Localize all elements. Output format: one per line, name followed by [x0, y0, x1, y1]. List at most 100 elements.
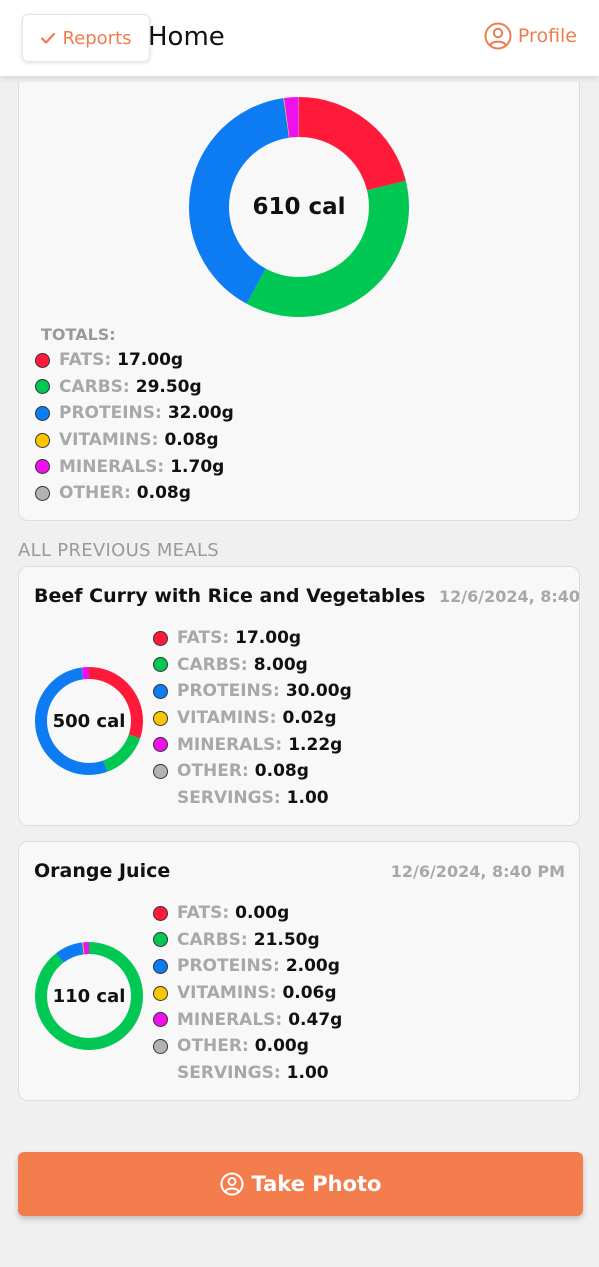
minerals-dot [35, 459, 50, 475]
nutrient-value: 0.08g [136, 483, 191, 504]
nutrient-row-proteins: PROTEINS: 2.00g [153, 953, 342, 980]
nutrient-row-carbs: CARBS: 29.50g [35, 374, 234, 401]
profile-label: Profile [517, 25, 577, 47]
nutrient-row-other: OTHER: 0.08g [35, 480, 234, 507]
nutrient-label: MINERALS: [177, 734, 283, 755]
nutrient-value: 8.00g [253, 654, 308, 675]
vitamins-dot [35, 432, 50, 448]
other-dot [153, 1038, 168, 1054]
nutrient-label: PROTEINS: [59, 403, 162, 424]
nutrient-label: FATS: [177, 903, 230, 924]
meal-card[interactable]: Beef Curry with Rice and Vegetables 12/6… [18, 566, 580, 826]
nutrient-label: OTHER: [177, 761, 249, 782]
proteins-dot [153, 683, 168, 699]
nutrient-value: 0.08g [164, 430, 219, 451]
nutrient-label: FATS: [59, 350, 112, 371]
nutrient-value: 0.00g [235, 903, 290, 924]
meal-nutrient-list: FATS: 0.00g CARBS: 21.50g PROTEINS: 2.00g V… [153, 900, 342, 1086]
nutrient-label: VITAMINS: [177, 983, 277, 1004]
nutrient-row-fats: FATS: 17.00g [153, 625, 352, 652]
nutrient-row-vitamins: VITAMINS: 0.02g [153, 705, 352, 732]
daily-summary-card: 610 cal TOTALS: FATS: 17.00g CARBS: 29.50g… [18, 82, 580, 521]
take-photo-label: Take Photo [251, 1172, 382, 1196]
carbs-dot [35, 379, 50, 395]
servings-label: SERVINGS: [177, 787, 281, 808]
nutrient-value: 32.00g [167, 403, 234, 424]
user-circle-icon [220, 1172, 243, 1196]
nutrient-row-carbs: CARBS: 8.00g [153, 652, 352, 679]
carbs-dot [153, 932, 168, 948]
nutrient-value: 2.00g [285, 956, 340, 977]
nutrient-value: 17.00g [117, 350, 184, 371]
meal-calories-text: 110 cal [52, 985, 126, 1007]
carbs-dot [153, 657, 168, 673]
totals-label: TOTALS: [41, 325, 116, 344]
nutrient-value: 29.50g [135, 376, 202, 397]
nutrient-row-other: OTHER: 0.08g [153, 758, 352, 785]
fats-dot [35, 352, 50, 368]
servings-value: 1.00 [286, 787, 329, 808]
nutrient-row-minerals: MINERALS: 1.22g [153, 731, 352, 758]
nutrient-value: 17.00g [235, 628, 302, 649]
nutrient-label: FATS: [177, 628, 230, 649]
totals-list: FATS: 17.00g CARBS: 29.50g PROTEINS: 32.00g… [35, 347, 234, 507]
profile-button[interactable]: Profile [484, 22, 577, 50]
nutrient-label: OTHER: [59, 483, 131, 504]
nutrient-value: 1.22g [288, 734, 343, 755]
nutrient-row-proteins: PROTEINS: 32.00g [35, 400, 234, 427]
nutrient-value: 21.50g [253, 929, 320, 950]
reports-label: Reports [62, 27, 132, 49]
minerals-dot [153, 1012, 168, 1028]
previous-meals-heading: ALL PREVIOUS MEALS [18, 540, 220, 561]
proteins-dot [153, 958, 168, 974]
nutrient-label: VITAMINS: [177, 708, 277, 729]
nutrient-value: 0.06g [282, 983, 337, 1004]
proteins-dot [35, 405, 50, 421]
meal-time: 12/6/2024, 8:40 [439, 587, 580, 606]
nutrient-label: CARBS: [177, 929, 248, 950]
nutrient-row-fats: FATS: 0.00g [153, 900, 342, 927]
nutrient-label: CARBS: [59, 376, 130, 397]
nutrient-value: 1.70g [170, 456, 225, 477]
nutrient-value: 0.47g [288, 1009, 343, 1030]
nutrient-label: PROTEINS: [177, 681, 280, 702]
nutrient-row-vitamins: VITAMINS: 0.08g [35, 427, 234, 454]
meal-name: Orange Juice [34, 860, 171, 882]
total-calories-text: 610 cal [252, 194, 346, 220]
servings-value: 1.00 [286, 1062, 329, 1083]
fats-dot [153, 630, 168, 646]
nutrient-value: 0.02g [282, 708, 337, 729]
nutrient-row-minerals: MINERALS: 1.70g [35, 453, 234, 480]
other-dot [35, 485, 50, 501]
nutrient-row-other: OTHER: 0.00g [153, 1033, 342, 1060]
nutrient-row-proteins: PROTEINS: 30.00g [153, 678, 352, 705]
meal-name: Beef Curry with Rice and Vegetables [34, 585, 426, 607]
nutrient-row-vitamins: VITAMINS: 0.06g [153, 980, 342, 1007]
minerals-dot [153, 737, 168, 753]
take-photo-button[interactable]: Take Photo [18, 1152, 583, 1216]
checkmark-icon [41, 32, 56, 44]
nutrient-label: PROTEINS: [177, 956, 280, 977]
nutrient-value: 30.00g [285, 681, 352, 702]
servings-label: SERVINGS: [177, 1062, 281, 1083]
meal-calories-text: 500 cal [52, 710, 126, 732]
user-circle-icon [484, 22, 512, 50]
vitamins-dot [153, 710, 168, 726]
nutrient-value: 0.00g [254, 1036, 309, 1057]
meal-card[interactable]: Orange Juice 12/6/2024, 8:40 PM 110 cal … [18, 841, 580, 1101]
top-bar: Reports Home Profile [0, 0, 599, 76]
nutrient-label: CARBS: [177, 654, 248, 675]
nutrient-label: MINERALS: [59, 456, 165, 477]
other-dot [153, 763, 168, 779]
reports-button[interactable]: Reports [22, 14, 150, 62]
meal-nutrient-list: FATS: 17.00g CARBS: 8.00g PROTEINS: 30.00g … [153, 625, 352, 811]
nutrient-row-carbs: CARBS: 21.50g [153, 927, 342, 954]
servings-row: SERVINGS: 1.00 [153, 1060, 342, 1087]
nutrient-row-fats: FATS: 17.00g [35, 347, 234, 374]
vitamins-dot [153, 985, 168, 1001]
nutrient-label: OTHER: [177, 1036, 249, 1057]
fats-dot [153, 905, 168, 921]
nutrient-row-minerals: MINERALS: 0.47g [153, 1006, 342, 1033]
nutrient-label: MINERALS: [177, 1009, 283, 1030]
servings-row: SERVINGS: 1.00 [153, 785, 352, 812]
